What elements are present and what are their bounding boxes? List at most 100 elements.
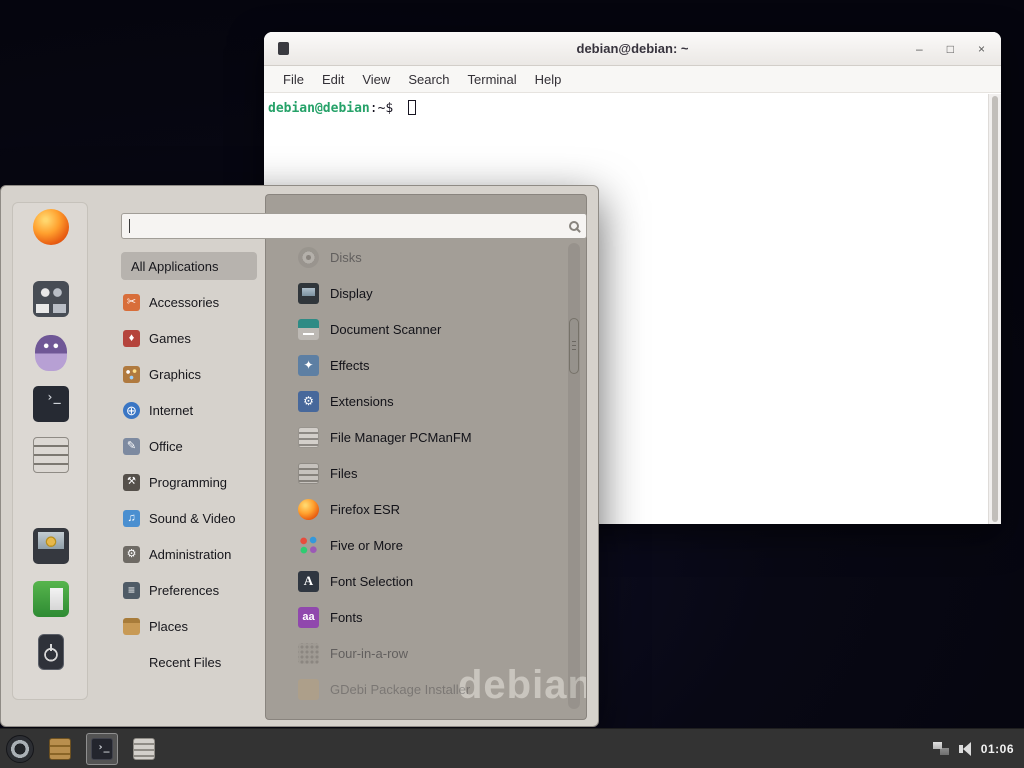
internet-icon: [123, 402, 140, 419]
app-label: Disks: [330, 250, 362, 265]
favorite-users-button[interactable]: [31, 279, 71, 319]
category-places[interactable]: Places: [113, 608, 265, 644]
app-item-font-selection[interactable]: Font Selection: [290, 563, 568, 599]
app-item-five-or-more[interactable]: Five or More: [290, 527, 568, 563]
close-button[interactable]: ×: [978, 43, 985, 55]
app-item-effects[interactable]: Effects: [290, 347, 568, 383]
category-label: Sound & Video: [149, 511, 236, 526]
desktop[interactable]: debian@debian: ~ – □ × File Edit View Se…: [0, 0, 1024, 768]
disks-icon: [298, 247, 319, 268]
network-icon[interactable]: [933, 742, 949, 755]
category-label: All Applications: [131, 259, 218, 274]
prompt-user: debian@debian: [268, 101, 370, 116]
shutdown-button[interactable]: [31, 632, 71, 672]
app-item-document-scanner[interactable]: Document Scanner: [290, 311, 568, 347]
search-input[interactable]: [131, 214, 569, 238]
app-label: Font Selection: [330, 574, 413, 589]
terminal-icon: [91, 738, 113, 760]
effects-icon: [298, 355, 319, 376]
app-item-firefox-esr[interactable]: Firefox ESR: [290, 491, 568, 527]
category-all-applications[interactable]: All Applications: [121, 252, 257, 280]
terminal-title: debian@debian: ~: [264, 32, 1001, 66]
category-label: Administration: [149, 547, 231, 562]
menu-item-terminal[interactable]: Terminal: [459, 72, 526, 87]
clock[interactable]: 01:06: [981, 742, 1014, 756]
maximize-button[interactable]: □: [947, 43, 954, 55]
app-label: Fonts: [330, 610, 363, 625]
menu-item-file[interactable]: File: [274, 72, 313, 87]
logout-icon: [33, 581, 69, 617]
app-item-disks[interactable]: Disks: [290, 239, 568, 275]
accessories-icon: [123, 294, 140, 311]
app-item-gdebi[interactable]: GDebi Package Installer: [290, 671, 568, 707]
app-item-file-manager-pcmanfm[interactable]: File Manager PCManFM: [290, 419, 568, 455]
volume-icon[interactable]: [959, 742, 971, 756]
terminal-icon: [33, 386, 69, 422]
lock-screen-icon: [33, 528, 69, 564]
favorite-file-manager-button[interactable]: [31, 435, 71, 475]
category-programming[interactable]: Programming: [113, 464, 265, 500]
lock-screen-button[interactable]: [31, 526, 71, 566]
taskbar-file-manager-button[interactable]: [44, 733, 76, 765]
taskbar-files-button[interactable]: [128, 733, 160, 765]
app-label: Extensions: [330, 394, 394, 409]
category-graphics[interactable]: Graphics: [113, 356, 265, 392]
app-list-scrollbar[interactable]: [568, 243, 580, 709]
category-recent-files[interactable]: Recent Files: [113, 644, 265, 680]
category-internet[interactable]: Internet: [113, 392, 265, 428]
five-or-more-icon: [298, 535, 319, 556]
pidgin-icon: [35, 335, 67, 371]
terminal-cursor: [408, 100, 416, 115]
taskbar: 01:06: [0, 728, 1024, 768]
app-item-four-in-a-row[interactable]: Four-in-a-row: [290, 635, 568, 671]
category-sound-video[interactable]: Sound & Video: [113, 500, 265, 536]
font-selection-icon: [298, 571, 319, 592]
window-controls: – □ ×: [916, 32, 985, 66]
category-games[interactable]: Games: [113, 320, 265, 356]
menu-button[interactable]: [6, 735, 34, 763]
search-box: [121, 213, 587, 239]
menu-item-edit[interactable]: Edit: [313, 72, 353, 87]
app-list-panel: debian Disks Display Document Scanner Ef…: [265, 194, 587, 720]
category-accessories[interactable]: Accessories: [113, 284, 265, 320]
app-item-extensions[interactable]: Extensions: [290, 383, 568, 419]
terminal-scrollbar-thumb[interactable]: [992, 96, 998, 522]
category-preferences[interactable]: Preferences: [113, 572, 265, 608]
volume-speaker-cone: [963, 742, 971, 756]
app-list-scrollbar-thumb[interactable]: [569, 318, 579, 374]
menu-item-help[interactable]: Help: [526, 72, 571, 87]
app-list: Disks Display Document Scanner Effects E…: [290, 239, 568, 707]
terminal-scrollbar[interactable]: [988, 94, 1001, 524]
app-label: File Manager PCManFM: [330, 430, 472, 445]
document-scanner-icon: [298, 319, 319, 340]
category-label: Recent Files: [149, 655, 221, 670]
games-icon: [123, 330, 140, 347]
prompt-suffix: :~$: [370, 101, 401, 116]
app-label: Five or More: [330, 538, 403, 553]
files-icon: [298, 463, 319, 484]
administration-icon: [123, 546, 140, 563]
category-label: Places: [149, 619, 188, 634]
terminal-titlebar[interactable]: debian@debian: ~ – □ ×: [264, 32, 1001, 66]
menu-item-view[interactable]: View: [353, 72, 399, 87]
category-label: Preferences: [149, 583, 219, 598]
favorite-terminal-button[interactable]: [31, 384, 71, 424]
favorite-firefox-button[interactable]: [31, 207, 71, 247]
category-label: Games: [149, 331, 191, 346]
app-item-display[interactable]: Display: [290, 275, 568, 311]
system-tray: 01:06: [933, 742, 1024, 756]
category-administration[interactable]: Administration: [113, 536, 265, 572]
app-item-files[interactable]: Files: [290, 455, 568, 491]
taskbar-terminal-button[interactable]: [86, 733, 118, 765]
category-office[interactable]: Office: [113, 428, 265, 464]
app-item-fonts[interactable]: Fonts: [290, 599, 568, 635]
minimize-button[interactable]: –: [916, 43, 923, 55]
terminal-menubar: File Edit View Search Terminal Help: [264, 66, 1001, 93]
logout-button[interactable]: [31, 579, 71, 619]
applications-menu: All Applications Accessories Games Graph…: [0, 185, 599, 727]
app-label: Document Scanner: [330, 322, 441, 337]
recent-files-icon: [123, 654, 140, 671]
favorite-pidgin-button[interactable]: [31, 333, 71, 373]
app-label: Display: [330, 286, 373, 301]
menu-item-search[interactable]: Search: [399, 72, 458, 87]
